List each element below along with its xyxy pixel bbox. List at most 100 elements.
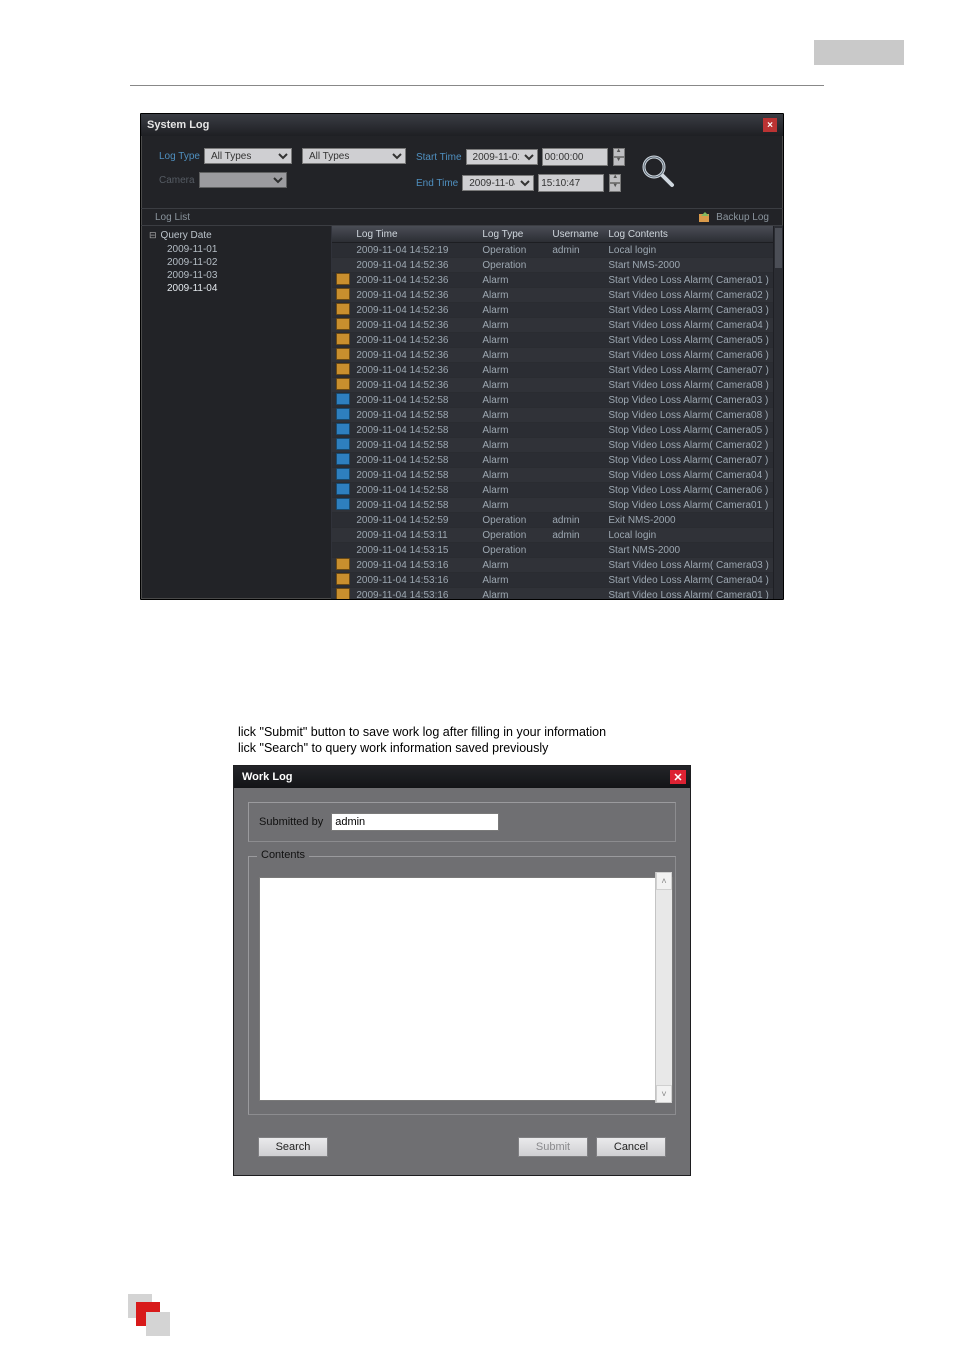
cell-type: Operation (478, 260, 548, 271)
table-row[interactable]: 2009-11-04 14:52:58AlarmStop Video Loss … (332, 468, 772, 483)
camera-select (199, 172, 287, 188)
table-row[interactable]: 2009-11-04 14:53:15OperationStart NMS-20… (332, 543, 772, 558)
alarm-start-icon (336, 348, 350, 360)
cell-time: 2009-11-04 14:52:36 (352, 350, 478, 361)
contents-textarea[interactable] (259, 877, 673, 1101)
cell-contents: Start Video Loss Alarm( Camera04 ) (604, 575, 772, 586)
cell-contents: Start Video Loss Alarm( Camera04 ) (604, 320, 772, 331)
cell-time: 2009-11-04 14:52:36 (352, 320, 478, 331)
table-row[interactable]: 2009-11-04 14:52:19OperationadminLocal l… (332, 243, 772, 258)
table-row[interactable]: 2009-11-04 14:53:16AlarmStart Video Loss… (332, 588, 772, 599)
alarm-stop-icon (336, 423, 350, 435)
alarm-start-icon (336, 363, 350, 375)
tree-root[interactable]: ⊟Query Date (149, 230, 323, 241)
table-row[interactable]: 2009-11-04 14:52:36AlarmStart Video Loss… (332, 273, 772, 288)
table-row[interactable]: 2009-11-04 14:52:36AlarmStart Video Loss… (332, 288, 772, 303)
tree-item[interactable]: 2009-11-03 (149, 269, 323, 282)
textarea-scrollbar[interactable]: ˄˅ (655, 872, 672, 1103)
col-log-type[interactable]: Log Type (478, 229, 548, 240)
cell-time: 2009-11-04 14:53:16 (352, 560, 478, 571)
table-row[interactable]: 2009-11-04 14:53:16AlarmStart Video Loss… (332, 573, 772, 588)
work-log-titlebar[interactable]: Work Log ✕ (234, 766, 690, 788)
cell-type: Alarm (478, 410, 548, 421)
table-row[interactable]: 2009-11-04 14:53:11OperationadminLocal l… (332, 528, 772, 543)
camera-label: Camera (159, 175, 195, 186)
table-row[interactable]: 2009-11-04 14:52:36AlarmStart Video Loss… (332, 333, 772, 348)
system-log-titlebar[interactable]: System Log × (141, 114, 783, 136)
cell-time: 2009-11-04 14:52:36 (352, 290, 478, 301)
table-row[interactable]: 2009-11-04 14:52:58AlarmStop Video Loss … (332, 483, 772, 498)
table-row[interactable]: 2009-11-04 14:52:36AlarmStart Video Loss… (332, 363, 772, 378)
contents-group: Contents ˄˅ (248, 856, 676, 1115)
cell-type: Alarm (478, 320, 548, 331)
alarm-start-icon (336, 588, 350, 600)
scroll-down-icon[interactable]: ˅ (656, 1085, 672, 1103)
table-row[interactable]: 2009-11-04 14:52:58AlarmStop Video Loss … (332, 498, 772, 513)
work-log-title: Work Log (242, 771, 293, 783)
cancel-button[interactable]: Cancel (596, 1137, 666, 1157)
table-row[interactable]: 2009-11-04 14:52:59OperationadminExit NM… (332, 513, 772, 528)
tree-item[interactable]: 2009-11-02 (149, 256, 323, 269)
table-row[interactable]: 2009-11-04 14:52:36Alarm Start Video Loss… (332, 318, 772, 333)
cell-type: Alarm (478, 440, 548, 451)
end-time-spinner[interactable]: ▲▼ (609, 174, 621, 192)
filter-bar: Log Type All Types Camera All Types Star… (141, 136, 783, 204)
start-time-input[interactable] (542, 148, 608, 166)
collapse-icon[interactable]: ⊟ (149, 230, 157, 240)
table-row[interactable]: 2009-11-04 14:52:36AlarmStart Video Loss… (332, 303, 772, 318)
cell-time: 2009-11-04 14:52:58 (352, 455, 478, 466)
tree-item[interactable]: 2009-11-04 (149, 282, 323, 295)
cell-time: 2009-11-04 14:53:16 (352, 590, 478, 600)
tree-item[interactable]: 2009-11-01 (149, 243, 323, 256)
search-icon[interactable] (635, 148, 681, 194)
table-row[interactable]: 2009-11-04 14:52:58AlarmStop Video Loss … (332, 453, 772, 468)
log-table: Log Time Log Type Username Log Contents … (332, 226, 772, 599)
log-subtype-select[interactable]: All Types (302, 148, 406, 164)
divider (130, 85, 824, 86)
cell-type: Alarm (478, 425, 548, 436)
cell-type: Alarm (478, 455, 548, 466)
alarm-start-icon (336, 333, 350, 345)
table-row[interactable]: 2009-11-04 14:52:36AlarmStart Video Loss… (332, 348, 772, 363)
cell-type: Alarm (478, 470, 548, 481)
scroll-up-icon[interactable]: ˄ (656, 872, 672, 890)
cell-time: 2009-11-04 14:52:36 (352, 380, 478, 391)
cell-contents: Start Video Loss Alarm( Camera01 ) (604, 590, 772, 600)
table-row[interactable]: 2009-11-04 14:52:36OperationStart NMS-20… (332, 258, 772, 273)
col-log-time[interactable]: Log Time (352, 229, 478, 240)
close-icon[interactable]: ✕ (670, 770, 686, 784)
search-button[interactable]: Search (258, 1137, 328, 1157)
end-time-label: End Time (416, 178, 458, 189)
table-row[interactable]: 2009-11-04 14:52:58AlarmStop Video Loss … (332, 408, 772, 423)
col-contents[interactable]: Log Contents (604, 229, 772, 240)
query-date-tree: ⊟Query Date 2009-11-012009-11-022009-11-… (141, 226, 332, 599)
cell-time: 2009-11-04 14:52:36 (352, 275, 478, 286)
cell-contents: Start Video Loss Alarm( Camera05 ) (604, 335, 772, 346)
table-row[interactable]: 2009-11-04 14:52:58AlarmStop Video Loss … (332, 423, 772, 438)
table-row[interactable]: 2009-11-04 14:52:36AlarmStart Video Loss… (332, 378, 772, 393)
cell-type: Alarm (478, 275, 548, 286)
start-time-label: Start Time (416, 152, 462, 163)
work-log-dialog: Work Log ✕ Submitted by Contents ˄˅ Sear… (233, 765, 691, 1176)
cell-contents: Stop Video Loss Alarm( Camera03 ) (604, 395, 772, 406)
submitted-by-input[interactable] (331, 813, 499, 831)
close-icon[interactable]: × (763, 118, 777, 132)
cell-contents: Exit NMS-2000 (604, 515, 772, 526)
submit-button[interactable]: Submit (518, 1137, 588, 1157)
cell-time: 2009-11-04 14:52:58 (352, 470, 478, 481)
table-row[interactable]: 2009-11-04 14:52:58AlarmStop Video Loss … (332, 393, 772, 408)
end-time-input[interactable] (538, 174, 604, 192)
end-date-select[interactable]: 2009-11-04 (462, 175, 534, 191)
start-time-spinner[interactable]: ▲▼ (613, 148, 625, 166)
vertical-scrollbar[interactable] (773, 226, 783, 599)
start-date-select[interactable]: 2009-11-01 (466, 149, 538, 165)
cell-time: 2009-11-04 14:52:36 (352, 365, 478, 376)
col-username[interactable]: Username (548, 229, 604, 240)
table-row[interactable]: 2009-11-04 14:52:58AlarmStop Video Loss … (332, 438, 772, 453)
cell-time: 2009-11-04 14:52:58 (352, 485, 478, 496)
backup-log-button[interactable]: Backup Log (698, 211, 769, 223)
alarm-start-icon (336, 273, 350, 285)
table-row[interactable]: 2009-11-04 14:53:16AlarmStart Video Loss… (332, 558, 772, 573)
cell-contents: Start Video Loss Alarm( Camera02 ) (604, 290, 772, 301)
log-type-select[interactable]: All Types (204, 148, 292, 164)
